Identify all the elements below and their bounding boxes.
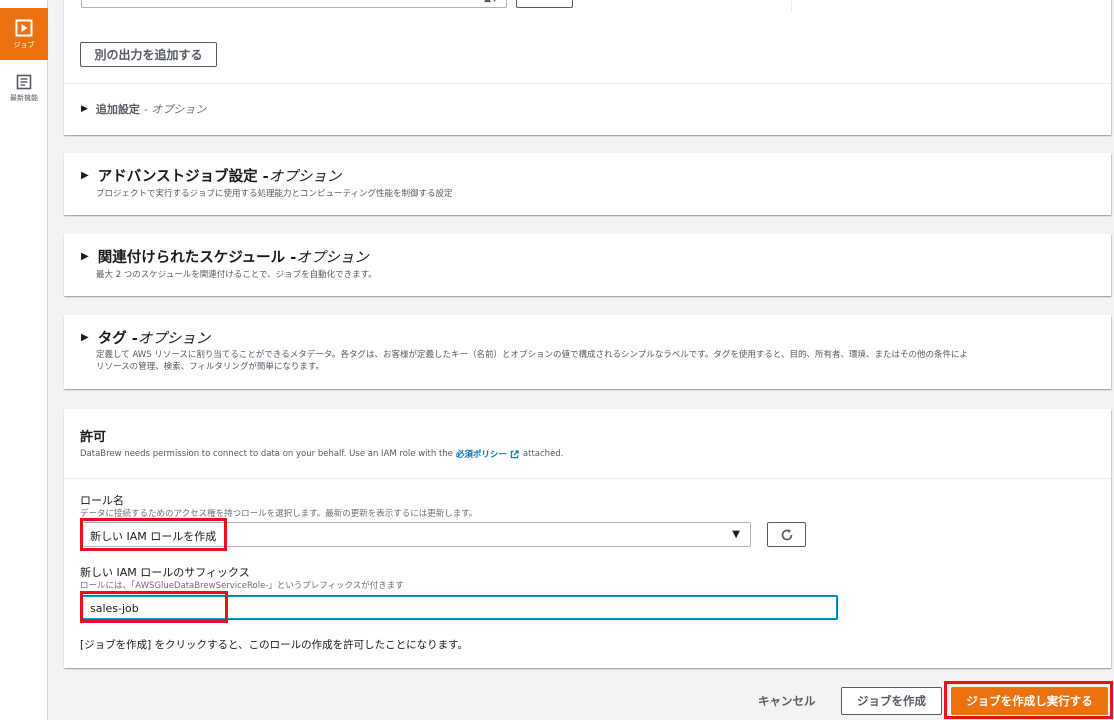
refresh-icon: [781, 528, 792, 540]
role-suffix-hint: ロールには、「AWSGlueDataBrewServiceRole-」というプレ…: [80, 581, 404, 591]
role-suffix-field[interactable]: [80, 595, 838, 620]
advanced-settings-description: プロジェクトで実行するジョブに使用する処理能力とコンピューティング性能を制御する…: [96, 189, 453, 199]
tags-title: タグ -: [97, 331, 138, 347]
advanced-settings-expander[interactable]: ▶ アドバンストジョブ設定 - オプション: [81, 165, 341, 186]
required-policy-link[interactable]: 必須ポリシー: [456, 448, 507, 460]
news-icon: [16, 74, 32, 90]
additional-settings-expander[interactable]: ▶ 追加設定 - オプション: [81, 101, 206, 117]
caret-down-icon: ▼: [732, 529, 740, 540]
cancel-button[interactable]: キャンセル: [758, 693, 816, 709]
external-link-icon: [510, 449, 519, 458]
schedules-title: 関連付けられたスケジュール -: [97, 250, 297, 266]
nav-whats-new[interactable]: 最新機能: [0, 74, 48, 114]
caret-right-icon: ▶: [81, 170, 89, 181]
create-and-run-job-button[interactable]: ジョブを作成し実行する: [951, 687, 1108, 715]
output-location-input[interactable]: ▲▼: [81, 0, 507, 8]
divider: [791, 0, 792, 12]
role-name-label: ロール名: [80, 494, 124, 507]
permissions-description: DataBrew needs permission to connect to …: [80, 448, 563, 460]
additional-settings-title: 追加設定: [95, 103, 140, 116]
additional-settings-optional: - オプション: [143, 103, 207, 116]
output-panel: ▲▼ 別の出力を追加する ▶ 追加設定 - オプション: [64, 0, 1111, 135]
add-output-button[interactable]: 別の出力を追加する: [80, 42, 217, 67]
tags-description-line1: 定義して AWS リソースに割り当てることができるメタデータ。各タグは、お客様が…: [96, 350, 969, 360]
caret-right-icon: ▶: [81, 332, 89, 343]
caret-right-icon: ▶: [81, 104, 88, 114]
refresh-button[interactable]: [767, 522, 806, 547]
advanced-settings-title: アドバンストジョブ設定 -: [97, 169, 269, 185]
browse-button[interactable]: [516, 0, 573, 8]
tags-description-line2: リソースの管理、検索、フィルタリングが簡単になります。: [96, 362, 325, 372]
schedules-optional: オプション: [296, 250, 369, 266]
permissions-panel: 許可 DataBrew needs permission to connect …: [64, 409, 1111, 668]
tags-optional: オプション: [137, 331, 211, 347]
schedules-panel: ▶ 関連付けられたスケジュール - オプション 最大 2 つのスケジュールを関連…: [64, 234, 1111, 296]
side-rail: ジョブ 最新機能: [0, 0, 48, 720]
divider: [64, 83, 1111, 84]
sort-icon: ▲▼: [484, 0, 498, 5]
nav-jobs[interactable]: ジョブ: [0, 8, 48, 60]
tags-panel: ▶ タグ - オプション 定義して AWS リソースに割り当てることができるメタ…: [64, 315, 1111, 389]
permissions-desc-text-end: attached.: [522, 449, 564, 459]
advanced-settings-optional: オプション: [268, 169, 342, 185]
create-job-button[interactable]: ジョブを作成: [841, 687, 942, 715]
schedules-expander[interactable]: ▶ 関連付けられたスケジュール - オプション: [81, 246, 369, 267]
consent-text: [ジョブを作成] をクリックすると、このロールの作成を許可したことになります。: [80, 639, 469, 651]
role-name-hint: データに接続するためのアクセス権を持つロールを選択します。最新の更新を表示するに…: [80, 509, 478, 519]
role-suffix-input[interactable]: [90, 600, 790, 616]
nav-jobs-label: ジョブ: [13, 40, 35, 49]
schedules-description: 最大 2 つのスケジュールを関連付けることで、ジョブを自動化できます。: [96, 270, 377, 280]
permissions-title: 許可: [80, 430, 107, 445]
nav-whats-new-label: 最新機能: [10, 94, 38, 102]
role-select-value: 新しい IAM ロールを作成: [90, 530, 217, 543]
role-select[interactable]: 新しい IAM ロールを作成 ▼: [80, 522, 751, 547]
role-suffix-label: 新しい IAM ロールのサフィックス: [80, 566, 250, 579]
play-icon: [15, 19, 33, 36]
caret-right-icon: ▶: [81, 251, 89, 262]
tags-expander[interactable]: ▶ タグ - オプション: [81, 327, 210, 348]
permissions-desc-text: DataBrew needs permission to connect to …: [80, 449, 453, 459]
divider: [64, 478, 1111, 479]
advanced-settings-panel: ▶ アドバンストジョブ設定 - オプション プロジェクトで実行するジョブに使用す…: [64, 153, 1111, 215]
